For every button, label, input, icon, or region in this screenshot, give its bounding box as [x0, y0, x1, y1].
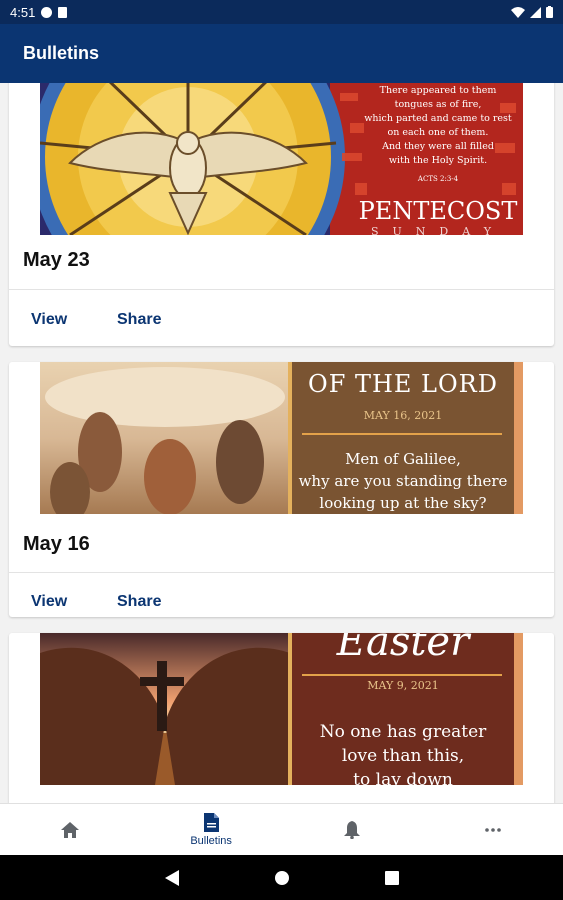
- image-subheadline: SUNDAY: [371, 225, 505, 235]
- image-headline: OF THE LORD: [308, 370, 498, 398]
- notification-icon: [41, 6, 53, 18]
- divider: [9, 289, 554, 290]
- nav-label: Bulletins: [190, 835, 232, 847]
- bulletin-card: OF THE LORD MAY 16, 2021 Men of Galilee,…: [9, 362, 554, 617]
- wifi-icon: [511, 6, 525, 18]
- image-quote-line: Men of Galilee,: [345, 450, 461, 468]
- verse-line: with the Holy Spirit.: [389, 155, 487, 166]
- verse-line: tongues as of fire,: [395, 99, 482, 110]
- easter-artwork: Easter MAY 9, 2021 No one has greater lo…: [40, 633, 523, 785]
- bulletin-date: May 23: [23, 249, 90, 271]
- share-button[interactable]: Share: [109, 589, 169, 615]
- page-title: Bulletins: [23, 43, 100, 63]
- image-headline: Easter: [336, 633, 472, 665]
- image-date: MAY 9, 2021: [367, 679, 439, 692]
- bulletin-date: May 16: [23, 533, 90, 555]
- image-quote-line: love than this,: [342, 746, 464, 766]
- image-quote-line: No one has greater: [320, 722, 487, 742]
- verse-line: which parted and came to rest: [364, 113, 512, 124]
- view-button[interactable]: View: [23, 307, 75, 333]
- home-circle-icon[interactable]: [274, 870, 290, 886]
- pentecost-artwork: There appeared to them tongues as of fir…: [40, 83, 523, 235]
- system-nav-bar: [0, 855, 563, 900]
- bulletin-image[interactable]: There appeared to them tongues as of fir…: [40, 83, 523, 235]
- more-icon: [484, 828, 501, 832]
- bulletin-image[interactable]: Easter MAY 9, 2021 No one has greater lo…: [40, 633, 523, 785]
- image-date: MAY 16, 2021: [364, 409, 443, 422]
- share-button[interactable]: Share: [109, 307, 169, 333]
- verse-line: on each one of them.: [388, 127, 489, 138]
- bulletin-card: There appeared to them tongues as of fir…: [9, 83, 554, 346]
- back-icon[interactable]: [164, 869, 179, 886]
- bulletin-image[interactable]: OF THE LORD MAY 16, 2021 Men of Galilee,…: [40, 362, 523, 514]
- status-bar: 4:51: [0, 0, 563, 24]
- nav-notifications[interactable]: [282, 804, 423, 856]
- bulletin-card: Easter MAY 9, 2021 No one has greater lo…: [9, 633, 554, 803]
- image-headline: PENTECOST: [359, 197, 518, 225]
- verse-line: There appeared to them: [380, 85, 497, 96]
- nav-home[interactable]: [0, 804, 141, 856]
- divider: [9, 572, 554, 573]
- image-quote-line: to lay down: [353, 770, 453, 785]
- view-button[interactable]: View: [23, 589, 75, 615]
- nav-more[interactable]: [422, 804, 563, 856]
- image-quote-line: looking up at the sky?: [319, 494, 486, 512]
- recents-icon[interactable]: [384, 870, 399, 885]
- nav-bulletins[interactable]: Bulletins: [141, 804, 282, 856]
- bell-icon: [343, 821, 360, 839]
- home-icon: [61, 822, 80, 838]
- ascension-artwork: OF THE LORD MAY 16, 2021 Men of Galilee,…: [40, 362, 523, 514]
- status-time: 4:51: [10, 4, 36, 20]
- image-quote-line: why are you standing there: [299, 472, 508, 490]
- verse-line: And they were all filled: [381, 141, 494, 152]
- verse-citation: ACTS 2:3-4: [417, 175, 459, 183]
- bulletin-list[interactable]: There appeared to them tongues as of fir…: [0, 83, 563, 803]
- battery-icon: [546, 6, 553, 18]
- sd-card-icon: [58, 6, 68, 18]
- app-bar: Bulletins: [0, 24, 563, 83]
- signal-icon: [530, 6, 541, 18]
- document-icon: [203, 813, 219, 832]
- bottom-nav: Bulletins: [0, 803, 563, 856]
